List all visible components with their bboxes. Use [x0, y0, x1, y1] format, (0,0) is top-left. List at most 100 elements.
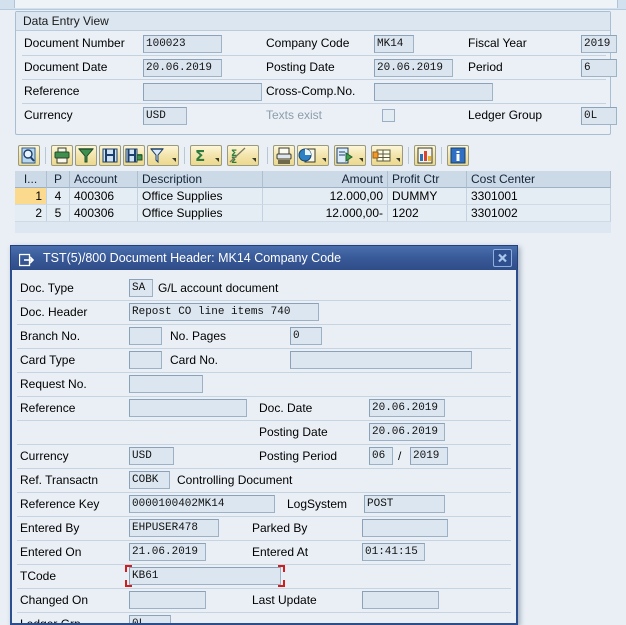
- close-icon[interactable]: [493, 249, 512, 267]
- dialog-body: Doc. Type SA G/L account document Doc. H…: [12, 270, 516, 623]
- input-posting-period[interactable]: 06: [369, 447, 393, 465]
- dialog-title-bar[interactable]: TST(5)/800 Document Header: MK14 Company…: [10, 245, 518, 270]
- column-header-posting-key[interactable]: P: [47, 171, 70, 188]
- input-reference[interactable]: [129, 399, 247, 417]
- column-header-profit-ctr[interactable]: Profit Ctr: [388, 171, 467, 188]
- subtotal-icon[interactable]: Σ Σ: [227, 145, 259, 166]
- field-entered-by: Entered By EHPUSER478 Parked By: [12, 516, 516, 540]
- input-tcode[interactable]: KB61: [129, 567, 281, 585]
- cell-amount[interactable]: 12.000,00: [263, 188, 388, 205]
- cell-profit-center[interactable]: DUMMY: [388, 188, 467, 205]
- cell-cost-center[interactable]: 3301002: [467, 205, 611, 222]
- checkbox-texts-exist[interactable]: [382, 109, 395, 122]
- print-icon[interactable]: [51, 145, 73, 166]
- input-last-update[interactable]: [362, 591, 439, 609]
- input-document-number[interactable]: 100023: [143, 35, 222, 53]
- total-sum-icon[interactable]: Σ: [190, 145, 222, 166]
- sort-descending-icon[interactable]: [75, 145, 97, 166]
- input-doc-header[interactable]: Repost CO line items 740: [129, 303, 319, 321]
- cell-cost-center[interactable]: 3301001: [467, 188, 611, 205]
- cell-account[interactable]: 400306: [70, 205, 138, 222]
- export-icon[interactable]: [334, 145, 366, 166]
- chevron-down-icon[interactable]: [172, 158, 176, 162]
- input-document-date[interactable]: 20.06.2019: [143, 59, 222, 77]
- table-row[interactable]: 2 5 400306 Office Supplies 12.000,00- 12…: [15, 205, 611, 222]
- input-cross-comp-no[interactable]: [374, 83, 493, 101]
- cell-amount[interactable]: 12.000,00-: [263, 205, 388, 222]
- input-currency[interactable]: USD: [129, 447, 174, 465]
- input-parked-by[interactable]: [362, 519, 448, 537]
- input-ledger-grp[interactable]: 0L: [129, 615, 171, 623]
- column-header-item[interactable]: I...: [15, 171, 47, 188]
- label-parked-by: Parked By: [252, 521, 308, 535]
- label-tcode: TCode: [20, 569, 57, 583]
- chevron-down-icon[interactable]: [322, 158, 326, 162]
- label-doc-type: Doc. Type: [20, 281, 74, 295]
- table-settings-icon[interactable]: [371, 145, 403, 166]
- chevron-down-icon[interactable]: [215, 158, 219, 162]
- field-card-type: Card Type Card No.: [12, 348, 516, 372]
- input-entered-by[interactable]: EHPUSER478: [129, 519, 219, 537]
- input-doc-type[interactable]: SA: [129, 279, 153, 297]
- column-header-account[interactable]: Account: [70, 171, 138, 188]
- grid-header-row: I... P Account Description Amount Profit…: [15, 171, 611, 188]
- top-strip: [0, 0, 626, 10]
- input-logsystem[interactable]: POST: [364, 495, 445, 513]
- label-posting-date: Posting Date: [266, 60, 335, 74]
- chevron-down-icon[interactable]: [252, 158, 256, 162]
- info-icon[interactable]: [447, 145, 469, 166]
- input-card-no[interactable]: [290, 351, 472, 369]
- text-ref-transactn-description: Controlling Document: [177, 473, 293, 487]
- input-request-no[interactable]: [129, 375, 203, 393]
- input-company-code[interactable]: MK14: [374, 35, 414, 53]
- input-entered-on[interactable]: 21.06.2019: [129, 543, 206, 561]
- filter-icon[interactable]: [147, 145, 179, 166]
- window-icon: [18, 251, 35, 267]
- toolbar-separator: [441, 147, 442, 164]
- input-branch-no[interactable]: [129, 327, 162, 345]
- input-entered-at[interactable]: 01:41:15: [362, 543, 425, 561]
- text-doc-type-description: G/L account document: [158, 281, 279, 295]
- input-doc-date[interactable]: 20.06.2019: [369, 399, 445, 417]
- cell-account[interactable]: 400306: [70, 188, 138, 205]
- label-request-no: Request No.: [20, 377, 87, 391]
- input-currency[interactable]: USD: [143, 107, 187, 125]
- details-icon[interactable]: [18, 145, 40, 166]
- column-header-cost-center[interactable]: Cost Center: [467, 171, 611, 188]
- input-posting-date[interactable]: 20.06.2019: [374, 59, 453, 77]
- input-card-type[interactable]: [129, 351, 162, 369]
- find-icon[interactable]: [99, 145, 121, 166]
- find-next-icon[interactable]: [123, 145, 145, 166]
- input-reference-key[interactable]: 0000100402MK14: [129, 495, 275, 513]
- label-cross-comp-no: Cross-Comp.No.: [266, 84, 356, 98]
- cell-profit-center[interactable]: 1202: [388, 205, 467, 222]
- column-header-amount[interactable]: Amount: [263, 171, 388, 188]
- chevron-down-icon[interactable]: [396, 158, 400, 162]
- print-preview-icon[interactable]: [273, 145, 295, 166]
- top-strip-inner: [14, 0, 618, 8]
- input-ref-transactn[interactable]: COBK: [129, 471, 170, 489]
- cell-description[interactable]: Office Supplies: [138, 188, 263, 205]
- input-fiscal-year[interactable]: 2019: [581, 35, 617, 53]
- input-reference[interactable]: [143, 83, 262, 101]
- input-no-pages[interactable]: 0: [290, 327, 322, 345]
- chevron-down-icon[interactable]: [359, 158, 363, 162]
- field-tcode: TCode KB61: [12, 564, 516, 588]
- column-header-description[interactable]: Description: [138, 171, 263, 188]
- table-row[interactable]: 1 4 400306 Office Supplies 12.000,00 DUM…: [15, 188, 611, 205]
- input-posting-date[interactable]: 20.06.2019: [369, 423, 445, 441]
- label-ledger-group: Ledger Group: [468, 108, 543, 122]
- cell-description[interactable]: Office Supplies: [138, 205, 263, 222]
- input-ledger-group[interactable]: 0L: [581, 107, 617, 125]
- graphics-icon[interactable]: [414, 145, 436, 166]
- field-doc-type: Doc. Type SA G/L account document: [12, 276, 516, 300]
- cell-posting-key[interactable]: 4: [47, 188, 70, 205]
- cell-posting-key[interactable]: 5: [47, 205, 70, 222]
- cell-item[interactable]: 2: [15, 205, 47, 222]
- select-layout-icon[interactable]: [297, 145, 329, 166]
- input-posting-period-year[interactable]: 2019: [410, 447, 448, 465]
- label-document-date: Document Date: [24, 60, 108, 74]
- input-period[interactable]: 6: [581, 59, 617, 77]
- input-changed-on[interactable]: [129, 591, 206, 609]
- cell-item[interactable]: 1: [15, 188, 47, 205]
